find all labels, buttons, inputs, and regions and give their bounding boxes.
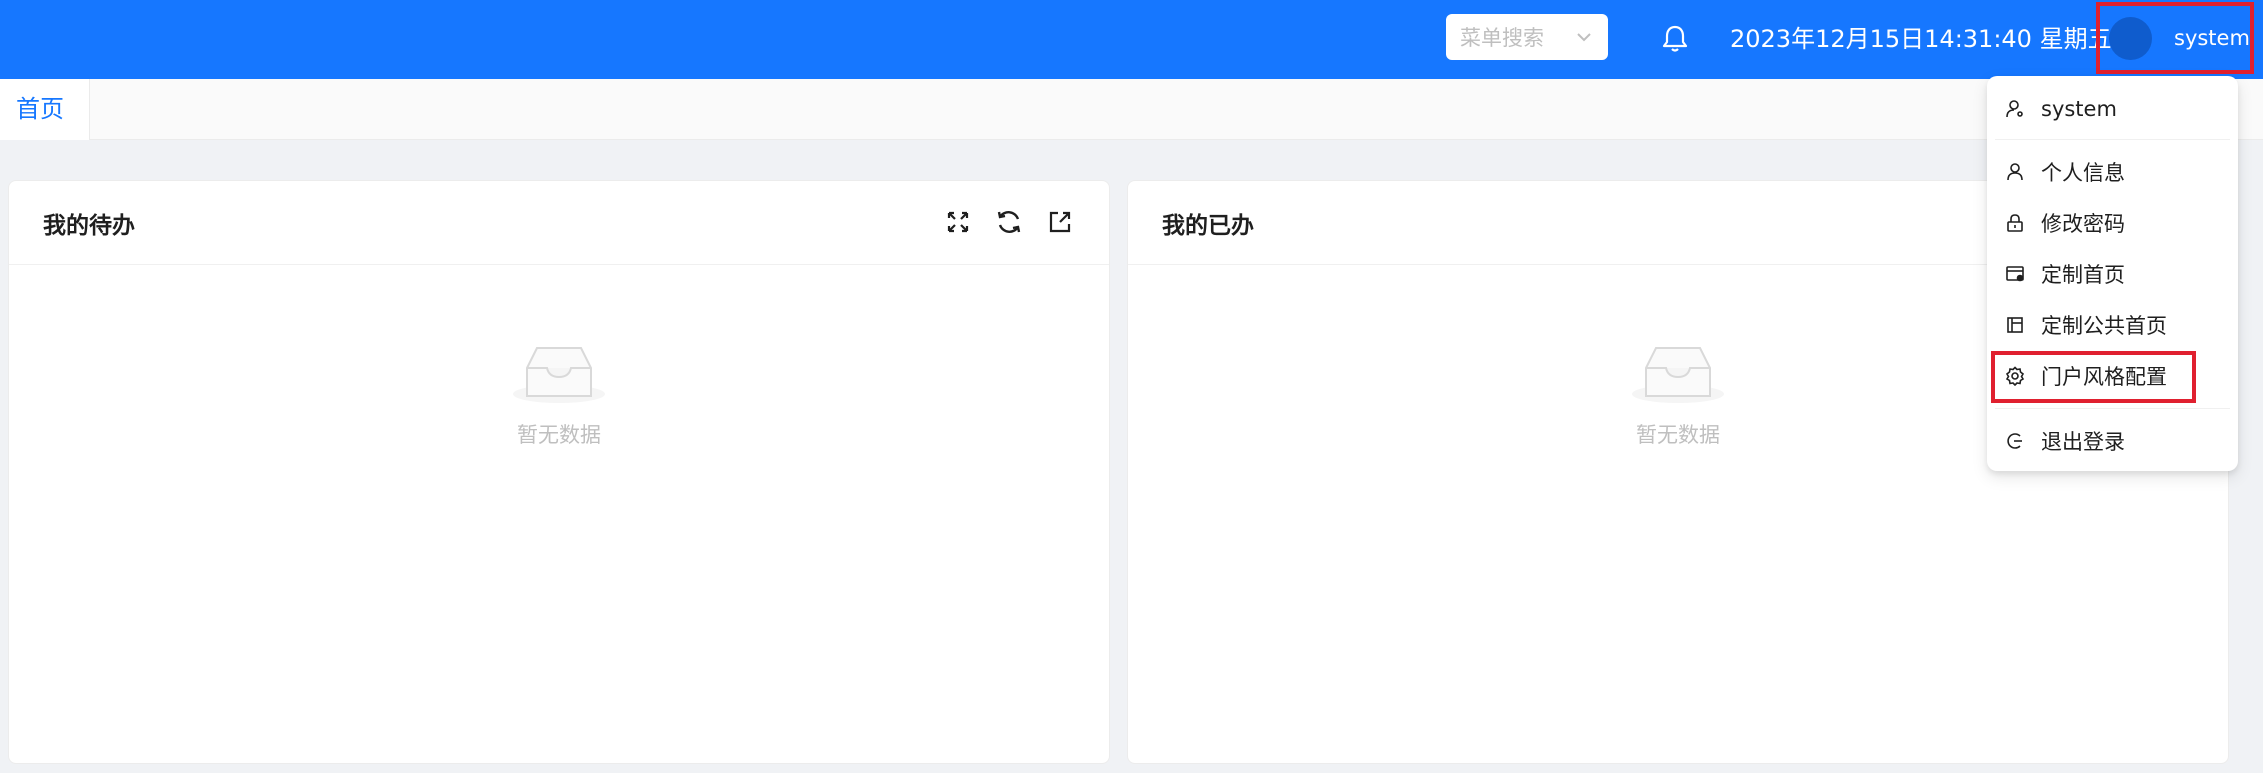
todo-card-header: 我的待办 bbox=[9, 181, 1109, 265]
menu-item-label: 个人信息 bbox=[2041, 161, 2125, 185]
menu-search-placeholder: 菜单搜索 bbox=[1460, 26, 1544, 50]
menu-item-label: 退出登录 bbox=[2041, 430, 2125, 454]
user-settings-icon bbox=[2005, 99, 2025, 119]
user-icon bbox=[2005, 162, 2025, 182]
menu-search-select[interactable]: 菜单搜索 bbox=[1446, 14, 1608, 60]
dropdown-username: system bbox=[2041, 97, 2117, 121]
done-card-title: 我的已办 bbox=[1162, 212, 1254, 239]
layout-settings-icon bbox=[2005, 264, 2025, 284]
todo-card-title: 我的待办 bbox=[43, 212, 135, 239]
menu-item-label: 定制首页 bbox=[2041, 263, 2125, 287]
empty-inbox-icon bbox=[1632, 347, 1724, 403]
divider bbox=[1995, 408, 2230, 409]
refresh-icon[interactable] bbox=[994, 207, 1024, 237]
external-link-icon[interactable] bbox=[1045, 207, 1075, 237]
menu-item-customize-public-home[interactable]: 定制公共首页 bbox=[1995, 302, 2230, 348]
username: system bbox=[2174, 26, 2250, 50]
menu-item-logout[interactable]: 退出登录 bbox=[1995, 418, 2230, 464]
menu-item-label: 定制公共首页 bbox=[2041, 314, 2167, 338]
user-dropdown-menu: system 个人信息 修改密码 定制首页 定制公共首页 门户风格配置 退出登录 bbox=[1987, 76, 2238, 471]
todo-empty-state: 暂无数据 bbox=[9, 341, 1109, 449]
menu-item-change-password[interactable]: 修改密码 bbox=[1995, 200, 2230, 246]
divider bbox=[1995, 139, 2230, 140]
top-header: 菜单搜索 2023年12月15日14:31:40 星期五 system bbox=[0, 0, 2263, 79]
lock-icon bbox=[2005, 213, 2025, 233]
avatar[interactable] bbox=[2109, 16, 2152, 60]
menu-item-label: 修改密码 bbox=[2041, 212, 2125, 236]
menu-item-profile[interactable]: 个人信息 bbox=[1995, 149, 2230, 195]
todo-card-tools bbox=[943, 207, 1075, 237]
empty-inbox-icon bbox=[513, 347, 605, 403]
todo-empty-text: 暂无数据 bbox=[517, 423, 601, 447]
logout-icon bbox=[2005, 431, 2025, 451]
tab-home[interactable]: 首页 bbox=[0, 79, 90, 140]
dropdown-user-header: system bbox=[1995, 86, 2230, 132]
bell-icon[interactable] bbox=[1660, 22, 1690, 54]
menu-item-customize-home[interactable]: 定制首页 bbox=[1995, 251, 2230, 297]
layout-icon bbox=[2005, 315, 2025, 335]
highlight-box bbox=[1991, 351, 2196, 403]
chevron-down-icon bbox=[1577, 33, 1591, 42]
tab-bar: 首页 bbox=[0, 79, 2263, 140]
fullscreen-icon[interactable] bbox=[943, 207, 973, 237]
user-menu-trigger[interactable]: system bbox=[2096, 2, 2254, 74]
todo-card: 我的待办 暂无数据 bbox=[8, 180, 1110, 764]
current-datetime: 2023年12月15日14:31:40 星期五 bbox=[1730, 25, 2112, 53]
